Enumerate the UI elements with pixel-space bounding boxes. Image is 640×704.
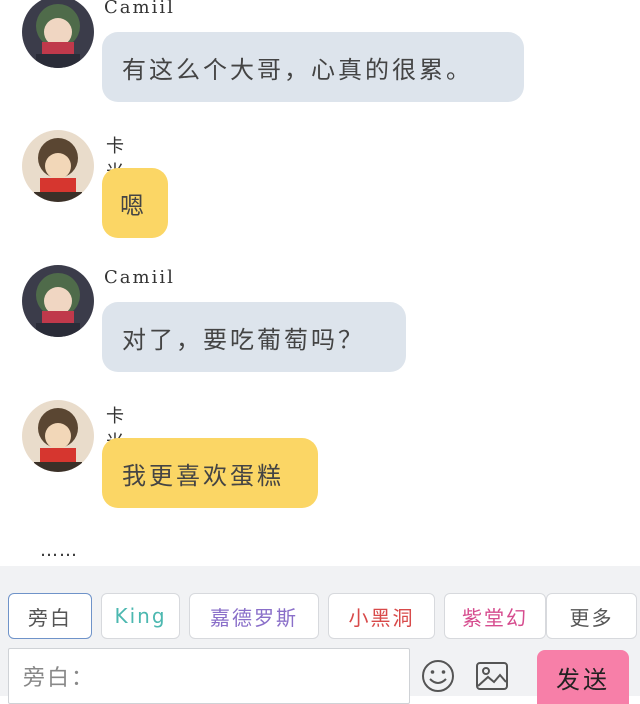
- avatar[interactable]: [22, 400, 94, 472]
- tag-label: 更多: [569, 605, 614, 630]
- tag-zitanghuan[interactable]: 紫堂幻: [444, 593, 546, 639]
- message-bubble: 嗯: [102, 168, 168, 238]
- tag-more[interactable]: 更多: [546, 593, 637, 639]
- tag-label: 紫堂幻: [462, 605, 528, 630]
- avatar[interactable]: [22, 0, 94, 68]
- avatar[interactable]: [22, 130, 94, 202]
- sender-name: Camiil: [104, 0, 175, 18]
- tag-king[interactable]: King: [101, 593, 180, 639]
- tag-label: 旁白: [28, 605, 72, 630]
- avatar[interactable]: [22, 265, 94, 337]
- bottom-panel: 旁白 King 嘉德罗斯 小黑洞 紫堂幻 更多 旁白： 发送: [0, 566, 640, 704]
- ellipsis-text: ……: [40, 540, 78, 561]
- tag-label: 小黑洞: [348, 605, 415, 630]
- message-bubble: 有这么个大哥，心真的很累。: [102, 32, 524, 102]
- tag-narration[interactable]: 旁白: [8, 593, 92, 639]
- sender-name: Camiil: [104, 267, 175, 288]
- smiley-icon[interactable]: [420, 658, 456, 694]
- send-label: 发送: [556, 665, 610, 694]
- tag-label: 嘉德罗斯: [210, 605, 298, 630]
- message-bubble: 我更喜欢蛋糕: [102, 438, 318, 508]
- tag-xiaoheidong[interactable]: 小黑洞: [328, 593, 435, 639]
- tag-jiadeluosi[interactable]: 嘉德罗斯: [189, 593, 319, 639]
- image-icon[interactable]: [474, 658, 510, 694]
- tag-label: King: [114, 604, 167, 628]
- message-bubble: 对了，要吃葡萄吗？: [102, 302, 406, 372]
- input-label: 旁白：: [23, 666, 96, 691]
